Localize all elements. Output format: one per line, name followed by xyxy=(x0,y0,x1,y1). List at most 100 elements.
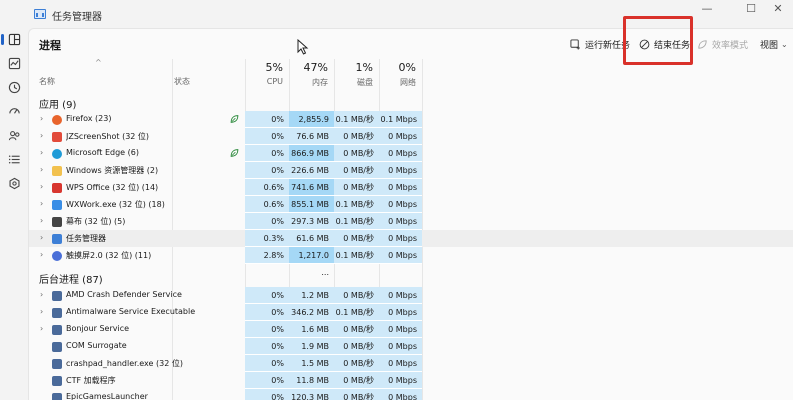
memory-cell: 1.9 MB xyxy=(289,338,334,355)
chevron-right-icon[interactable]: › xyxy=(40,324,43,333)
disk-cell: 0 MB/秒 xyxy=(334,179,379,196)
efficiency-mode-button[interactable]: 效率模式 xyxy=(697,35,748,53)
network-cell: 0 Mbps xyxy=(379,162,422,179)
service-icon xyxy=(52,308,62,318)
touch-icon xyxy=(52,251,62,261)
process-name: 触摸屏2.0 (32 位) (11) xyxy=(66,251,152,260)
disk-cell: 0 MB/秒 xyxy=(334,287,379,304)
explorer-icon xyxy=(52,166,62,176)
page-title: 进程 xyxy=(39,39,61,52)
app-history-icon[interactable] xyxy=(5,78,23,96)
column-header-memory[interactable]: 47% 内存 xyxy=(289,59,334,113)
details-icon[interactable] xyxy=(5,150,23,168)
column-header-network[interactable]: 0% 网络 xyxy=(379,59,422,113)
network-cell: 0 Mbps xyxy=(379,338,422,355)
background-group-title[interactable]: 后台进程 (87) xyxy=(39,271,103,286)
chevron-down-icon: ⌄ xyxy=(781,39,788,49)
memory-cell: 741.6 MB xyxy=(289,179,334,196)
table-row[interactable]: › Firefox (23) 0%2,855.9 MB0.1 MB/秒0.1 Mbp… xyxy=(29,111,793,141)
table-row[interactable]: crashpad_handler.exe (32 位) 0% 1.5 MB 0 MB/… xyxy=(29,355,793,372)
performance-icon[interactable] xyxy=(5,54,23,72)
table-row[interactable]: › AMD Crash Defender Service 0% 1.2 MB 0 MB/… xyxy=(29,287,793,304)
table-row[interactable]: › 幕布 (32 位) (5) 0% 297.3 MB 0.1 MB/秒 0 Mbps xyxy=(29,213,793,230)
cpu-cell: 0% xyxy=(245,213,289,230)
disk-cell: 0 MB/秒 xyxy=(334,145,379,162)
services-icon[interactable] xyxy=(5,174,23,192)
memory-cell: 1.5 MB xyxy=(289,355,334,372)
mouse-cursor-icon xyxy=(297,39,309,55)
disk-cell: 0.1 MB/秒 xyxy=(334,111,379,128)
maximize-button[interactable]: ☐ xyxy=(736,0,766,22)
table-row[interactable]: › WPS Office (32 位) (14) 0.6% 741.6 MB 0 MB/… xyxy=(29,179,793,196)
efficiency-leaf-icon xyxy=(230,149,239,157)
minimize-button[interactable]: — xyxy=(692,0,722,22)
network-cell: 0.1 Mbps xyxy=(379,111,422,128)
memory-cell: 346.2 MB xyxy=(289,304,334,321)
network-label: 网络 xyxy=(400,78,416,87)
startup-icon[interactable] xyxy=(5,102,23,120)
process-name: 任务管理器 xyxy=(66,234,106,243)
leaf-icon xyxy=(698,39,707,49)
chevron-right-icon[interactable]: › xyxy=(40,165,43,174)
network-cell: 0 Mbps xyxy=(379,304,422,321)
table-row[interactable]: › 任务管理器 0.3% 61.6 MB 0 MB/秒 0 Mbps xyxy=(29,230,793,247)
chevron-right-icon[interactable]: › xyxy=(40,233,43,242)
chevron-right-icon[interactable]: › xyxy=(40,114,43,123)
column-header-status[interactable]: 状态 xyxy=(174,76,190,87)
column-header-disk[interactable]: 1% 磁盘 xyxy=(334,59,379,113)
mubu-icon xyxy=(52,217,62,227)
cpu-cell: 0% xyxy=(245,338,289,355)
users-icon[interactable] xyxy=(5,126,23,144)
table-row[interactable]: › Bonjour Service 0% 1.6 MB 0 MB/秒 0 Mbps xyxy=(29,321,793,338)
chevron-right-icon[interactable]: › xyxy=(40,131,43,140)
network-cell: 0 Mbps xyxy=(379,145,422,162)
efficiency-leaf-icon xyxy=(230,115,239,123)
network-total: 0% xyxy=(398,61,416,74)
table-row[interactable]: EpicGamesLauncher 0% 120.3 MB 0 MB/秒 0 Mbps xyxy=(29,389,793,400)
close-button[interactable]: ✕ xyxy=(763,0,793,22)
edge-icon xyxy=(52,149,62,159)
table-row[interactable]: › Antimalware Service Executable 0% 346.2 M… xyxy=(29,304,793,321)
table-row[interactable]: COM Surrogate 0% 1.9 MB 0 MB/秒 0 Mbps xyxy=(29,338,793,355)
cpu-total: 5% xyxy=(265,61,283,74)
cpu-cell: 0.6% xyxy=(245,179,289,196)
view-label: 视图 xyxy=(760,40,779,51)
network-cell: 0 Mbps xyxy=(379,321,422,338)
memory-cell: 866.9 MB xyxy=(289,145,334,162)
table-row[interactable]: › 触摸屏2.0 (32 位) (11) 2.8% 1,217.0 ... 0.1 MB… xyxy=(29,247,793,277)
disk-cell: 0.1 MB/秒 xyxy=(334,247,379,264)
memory-cell: 1,217.0 ... xyxy=(289,247,334,277)
chevron-right-icon[interactable]: › xyxy=(40,216,43,225)
cpu-cell: 0.3% xyxy=(245,230,289,247)
column-header-name[interactable]: 名称 xyxy=(39,76,55,87)
process-name: WXWork.exe (32 位) (18) xyxy=(66,200,165,209)
table-row[interactable]: › WXWork.exe (32 位) (18) 0.6% 855.1 MB 0.1 M… xyxy=(29,196,793,213)
chevron-right-icon[interactable]: › xyxy=(40,148,43,157)
window-title: 任务管理器 xyxy=(52,12,102,23)
cpu-cell: 0% xyxy=(245,355,289,372)
processes-icon[interactable] xyxy=(1,30,23,48)
chevron-right-icon[interactable]: › xyxy=(40,290,43,299)
cpu-cell: 0% xyxy=(245,145,289,162)
memory-cell: 2,855.9 MB xyxy=(289,111,334,141)
column-header-cpu[interactable]: 5% CPU xyxy=(245,59,289,113)
table-row[interactable]: › JZScreenShot (32 位) 0% 76.6 MB 0 MB/秒 0 Mbp… xyxy=(29,128,793,145)
view-button[interactable]: 视图 ⌄ xyxy=(760,35,788,53)
chevron-right-icon[interactable]: › xyxy=(40,307,43,316)
title-bar: 任务管理器 — ☐ ✕ xyxy=(0,0,793,28)
table-row[interactable]: › Microsoft Edge (6) 0% 866.9 MB 0 MB/秒 0 Mbp… xyxy=(29,145,793,162)
disk-cell: 0 MB/秒 xyxy=(334,162,379,179)
run-new-task-button[interactable]: 运行新任务 xyxy=(570,35,630,53)
chevron-right-icon[interactable]: › xyxy=(40,250,43,259)
table-row[interactable]: CTF 加载程序 0% 11.8 MB 0 MB/秒 0 Mbps xyxy=(29,372,793,389)
ctf-icon xyxy=(52,376,62,386)
apps-group-title[interactable]: 应用 (9) xyxy=(39,96,76,111)
chevron-right-icon[interactable]: › xyxy=(40,199,43,208)
process-name: Windows 资源管理器 (2) xyxy=(66,166,159,175)
chevron-right-icon[interactable]: › xyxy=(40,182,43,191)
end-task-button[interactable]: 结束任务 xyxy=(639,35,690,53)
table-row[interactable]: › Windows 资源管理器 (2) 0% 226.6 MB 0 MB/秒 0 Mbps xyxy=(29,162,793,179)
disk-cell: 0 MB/秒 xyxy=(334,355,379,372)
network-cell: 0 Mbps xyxy=(379,179,422,196)
memory-cell: 61.6 MB xyxy=(289,230,334,247)
